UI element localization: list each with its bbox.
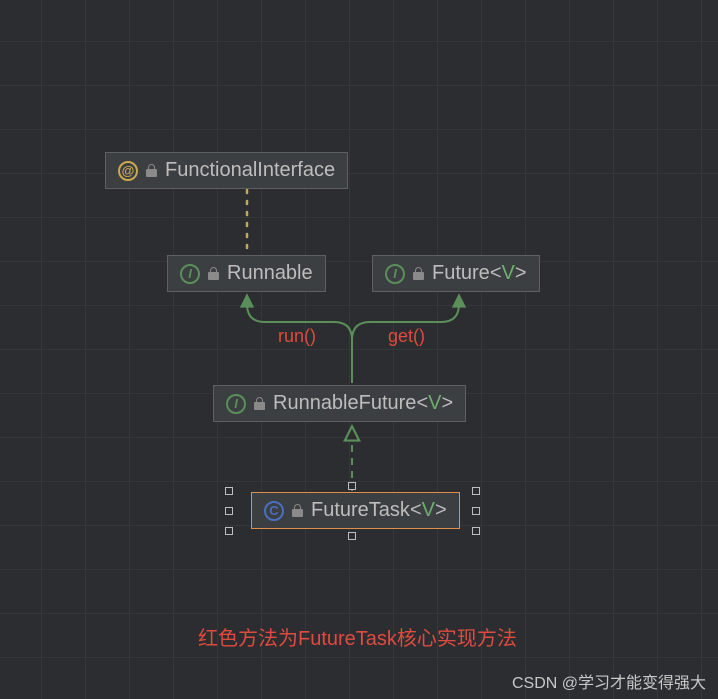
lock-icon (254, 397, 265, 410)
lock-icon (413, 267, 424, 280)
node-runnable[interactable]: I Runnable (167, 255, 326, 292)
label-run: run() (278, 326, 316, 347)
interface-icon: I (180, 264, 200, 284)
node-label: FutureTask<V> (311, 499, 447, 522)
caption-text: 红色方法为FutureTask核心实现方法 (198, 622, 517, 651)
node-future[interactable]: I Future<V> (372, 255, 540, 292)
selection-handle[interactable] (225, 487, 233, 495)
interface-icon: I (226, 394, 246, 414)
node-future-task[interactable]: C FutureTask<V> (251, 492, 460, 529)
node-label: RunnableFuture<V> (273, 392, 453, 415)
lock-icon (146, 164, 157, 177)
selection-handle[interactable] (348, 482, 356, 490)
lock-icon (208, 267, 219, 280)
selection-handle[interactable] (472, 487, 480, 495)
background-grid (0, 0, 718, 699)
interface-icon: I (385, 264, 405, 284)
lock-icon (292, 504, 303, 517)
selection-handle[interactable] (348, 532, 356, 540)
watermark: CSDN @学习才能变得强大 (512, 669, 706, 693)
selection-handle[interactable] (472, 507, 480, 515)
node-label: Runnable (227, 262, 313, 285)
node-functional-interface[interactable]: @ FunctionalInterface (105, 152, 348, 189)
node-runnable-future[interactable]: I RunnableFuture<V> (213, 385, 466, 422)
node-label: FunctionalInterface (165, 159, 335, 182)
selection-handle[interactable] (225, 527, 233, 535)
selection-handle[interactable] (225, 507, 233, 515)
node-label: Future<V> (432, 262, 527, 285)
class-icon: C (264, 501, 284, 521)
selection-handle[interactable] (472, 527, 480, 535)
label-get: get() (388, 326, 425, 347)
annotation-icon: @ (118, 161, 138, 181)
